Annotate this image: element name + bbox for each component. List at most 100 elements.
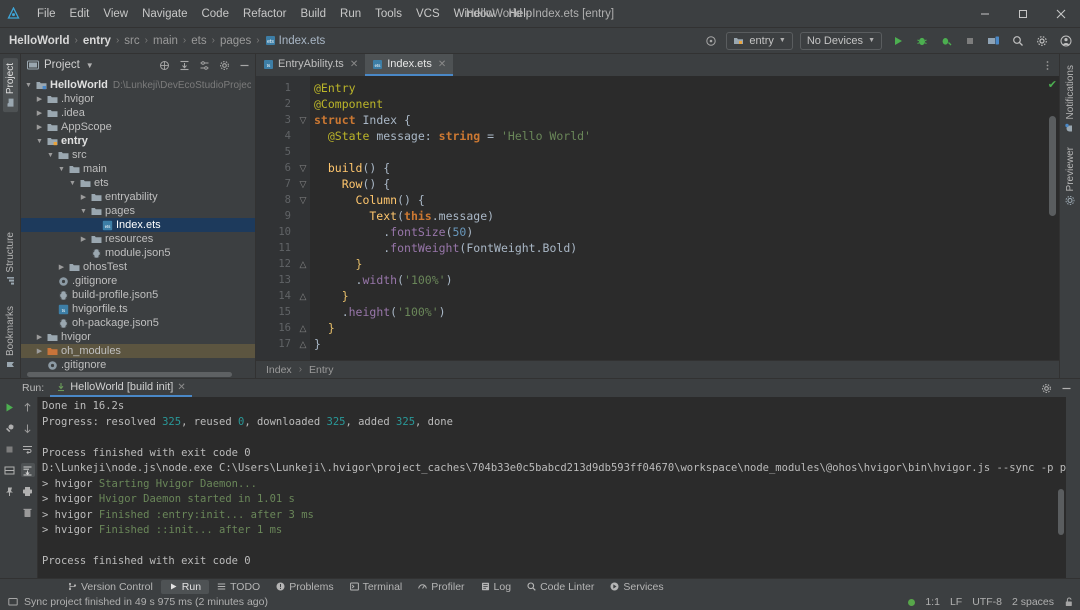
wrench-icon[interactable]	[2, 421, 16, 435]
chevron-right-icon[interactable]: ▶	[34, 333, 45, 341]
tree-node-oh-package-json5[interactable]: oh-package.json5	[21, 316, 255, 330]
pin-icon[interactable]	[2, 484, 16, 498]
tree-node--gitignore[interactable]: .gitignore	[21, 274, 255, 288]
tree-node-pages[interactable]: ▼ pages	[21, 204, 255, 218]
code-fold-toggle[interactable]: ▽	[296, 192, 310, 208]
menu-tools[interactable]: Tools	[368, 4, 409, 24]
tree-node--hvigor[interactable]: ▶ .hvigor	[21, 92, 255, 106]
project-tree[interactable]: ▼ HelloWorld D:\Lunkeji\DevEcoStudioProjec…	[21, 76, 255, 371]
chevron-right-icon[interactable]: ▶	[56, 263, 67, 271]
tree-node-build-profile-json5[interactable]: build-profile.json5	[21, 288, 255, 302]
close-icon[interactable]: ✕	[438, 59, 446, 70]
toolwindow-problems[interactable]: Problems	[268, 580, 341, 594]
chevron-down-icon[interactable]: ▼	[56, 166, 67, 173]
gear-icon[interactable]	[1033, 32, 1050, 49]
code-fold-toggle[interactable]: △	[296, 256, 310, 272]
code-fold-gutter[interactable]: ▽ ▽ ▽ ▽ △ △ △ △	[296, 76, 310, 360]
rerun-play-icon[interactable]	[2, 400, 16, 414]
chevron-down-icon[interactable]: ▼	[34, 138, 45, 145]
tab-index-ets[interactable]: ets Index.ets ✕	[365, 54, 454, 76]
gear-icon[interactable]	[218, 59, 231, 72]
breadcrumb-ets[interactable]: ets	[188, 34, 209, 48]
sidebar-item-notifications[interactable]: Notifications	[1063, 60, 1078, 138]
toolwindow-profiler[interactable]: Profiler	[410, 580, 472, 594]
hide-icon[interactable]	[238, 59, 251, 72]
line-separator[interactable]: LF	[950, 596, 962, 608]
collapse-icon[interactable]	[158, 59, 171, 72]
code-fold-toggle[interactable]: ▽	[296, 176, 310, 192]
chevron-right-icon[interactable]: ▶	[78, 193, 89, 201]
indent-setting[interactable]: 2 spaces	[1012, 596, 1054, 608]
toolwindow-run[interactable]: Run	[160, 579, 210, 594]
breadcrumb-helloworld[interactable]: HelloWorld	[6, 34, 72, 48]
close-icon[interactable]: ✕	[350, 59, 358, 70]
chevron-down-icon[interactable]: ▼	[45, 152, 56, 159]
chevron-down-icon[interactable]: ▼	[78, 208, 89, 215]
tree-node-ohostest[interactable]: ▶ ohosTest	[21, 260, 255, 274]
expand-all-icon[interactable]	[178, 59, 191, 72]
inspection-ok-icon[interactable]: ✔	[1048, 78, 1057, 91]
tree-node-oh-modules[interactable]: ▶ oh_modules	[21, 344, 255, 358]
console-vertical-scrollbar[interactable]	[1058, 489, 1064, 535]
chevron-right-icon[interactable]: ▶	[34, 109, 45, 117]
run-tab-helloworld-build-init[interactable]: HelloWorld [build init] ✕	[50, 379, 192, 397]
toolwindow-log[interactable]: Log	[473, 580, 520, 594]
breadcrumb-src[interactable]: src	[121, 34, 142, 48]
stop-icon[interactable]	[2, 442, 16, 456]
maximize-button[interactable]	[1004, 0, 1042, 28]
minimize-button[interactable]	[966, 0, 1004, 28]
sidebar-item-previewer[interactable]: Previewer	[1063, 142, 1078, 210]
chevron-down-icon[interactable]: ▼	[23, 82, 34, 89]
breadcrumb-entry[interactable]: entry	[80, 34, 114, 48]
sidebar-item-bookmarks[interactable]: Bookmarks	[3, 301, 18, 374]
profile-icon[interactable]	[937, 32, 954, 49]
chevron-right-icon[interactable]: ▶	[34, 95, 45, 103]
debug-bug-icon[interactable]	[913, 32, 930, 49]
file-encoding[interactable]: UTF-8	[972, 596, 1002, 608]
menu-refactor[interactable]: Refactor	[236, 4, 293, 24]
editor-scrollbar-strip[interactable]: ✔	[1045, 76, 1059, 360]
print-icon[interactable]	[21, 484, 35, 498]
breadcrumb-index-ets[interactable]: ets Index.ets	[262, 34, 329, 48]
breadcrumb-pages[interactable]: pages	[217, 34, 254, 48]
tree-node-index-ets[interactable]: ets Index.ets	[21, 218, 255, 232]
tree-node-main[interactable]: ▼ main	[21, 162, 255, 176]
run-play-icon[interactable]	[889, 32, 906, 49]
close-icon[interactable]: ✕	[177, 382, 185, 393]
menu-bar[interactable]: File Edit View Navigate Code Refactor Bu…	[30, 4, 539, 24]
chevron-right-icon[interactable]: ▶	[34, 123, 45, 131]
breadcrumb-main[interactable]: main	[150, 34, 181, 48]
device-manager-icon[interactable]	[985, 32, 1002, 49]
menu-build[interactable]: Build	[293, 4, 333, 24]
caret-position[interactable]: 1:1	[925, 596, 940, 608]
code-fold-toggle[interactable]: △	[296, 288, 310, 304]
menu-run[interactable]: Run	[333, 4, 368, 24]
settings-view-icon[interactable]	[198, 59, 211, 72]
menu-view[interactable]: View	[96, 4, 135, 24]
tab-entryability-ts[interactable]: ts EntryAbility.ts ✕	[256, 54, 365, 76]
code-fold-toggle[interactable]: ▽	[296, 160, 310, 176]
toolwindow-todo[interactable]: TODO	[209, 580, 268, 594]
arrow-up-icon[interactable]	[21, 400, 35, 414]
chevron-right-icon[interactable]: ▶	[34, 347, 45, 355]
code-editor[interactable]: 1 2 3 4 5 6 7 8 9 10 11 12 13 14 15 16 17 ▽ ▽ ▽ ▽ △ △ △ △ @Entr…	[256, 76, 1059, 360]
tree-node-helloworld[interactable]: ▼ HelloWorld D:\Lunkeji\DevEcoStudioProjec…	[21, 78, 255, 92]
gear-icon[interactable]	[1041, 383, 1052, 394]
tree-node--idea[interactable]: ▶ .idea	[21, 106, 255, 120]
trash-icon[interactable]	[21, 505, 35, 519]
menu-edit[interactable]: Edit	[63, 4, 97, 24]
menu-file[interactable]: File	[30, 4, 63, 24]
toolwindow-version-control[interactable]: Version Control	[60, 580, 161, 594]
menu-vcs[interactable]: VCS	[409, 4, 447, 24]
target-icon[interactable]	[702, 32, 719, 49]
soft-wrap-icon[interactable]	[21, 442, 35, 456]
device-selector[interactable]: No Devices ▼	[799, 31, 882, 50]
tree-node--gitignore[interactable]: .gitignore	[21, 358, 255, 371]
layout-icon[interactable]	[2, 463, 16, 477]
code-fold-toggle[interactable]: △	[296, 320, 310, 336]
hide-icon[interactable]	[1061, 383, 1072, 394]
arrow-down-icon[interactable]	[21, 421, 35, 435]
chevron-right-icon[interactable]: ▶	[78, 235, 89, 243]
tree-node-entryability[interactable]: ▶ entryability	[21, 190, 255, 204]
editor-vertical-scrollbar[interactable]	[1049, 116, 1056, 216]
